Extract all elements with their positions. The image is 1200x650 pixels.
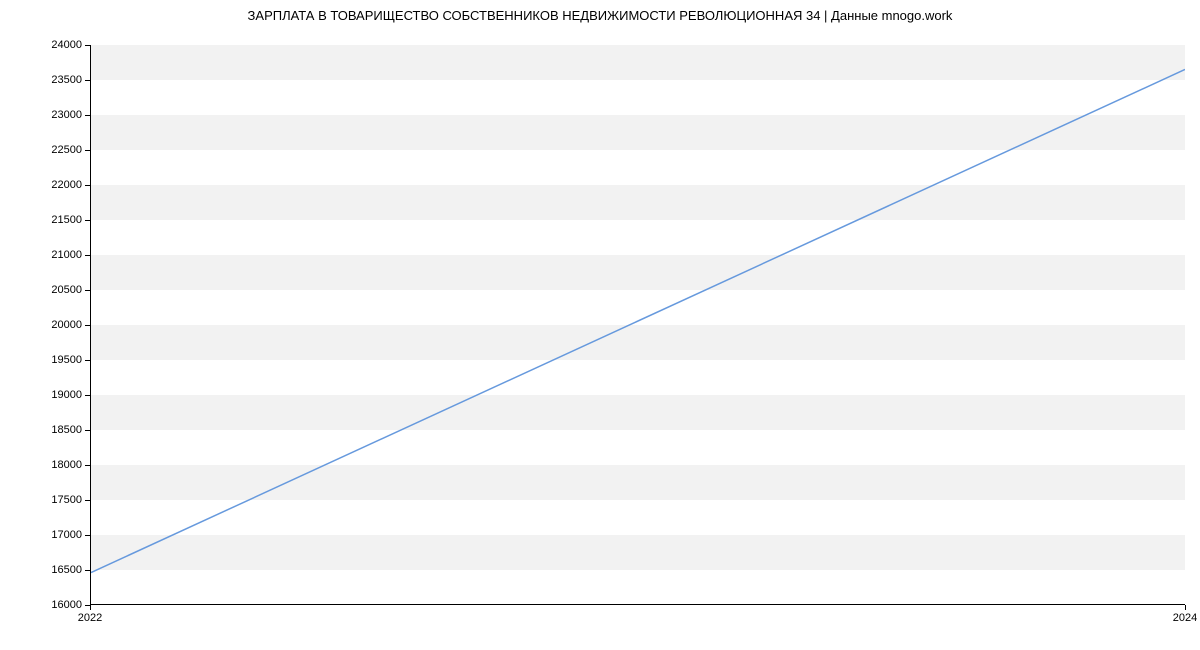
y-tick-label: 20000 xyxy=(2,319,82,331)
grid-band xyxy=(91,325,1185,360)
x-tick-mark xyxy=(1185,605,1186,610)
grid-band xyxy=(91,535,1185,570)
y-tick-mark xyxy=(85,360,90,361)
y-tick-mark xyxy=(85,185,90,186)
y-tick-label: 22000 xyxy=(2,179,82,191)
y-tick-mark xyxy=(85,500,90,501)
x-tick-mark xyxy=(90,605,91,610)
grid-band xyxy=(91,45,1185,80)
y-tick-mark xyxy=(85,115,90,116)
y-tick-label: 19000 xyxy=(2,389,82,401)
x-tick-label: 2024 xyxy=(1173,612,1197,624)
y-tick-label: 17000 xyxy=(2,529,82,541)
x-tick-label: 2022 xyxy=(78,612,102,624)
y-tick-label: 18500 xyxy=(2,424,82,436)
chart-title: ЗАРПЛАТА В ТОВАРИЩЕСТВО СОБСТВЕННИКОВ НЕ… xyxy=(0,8,1200,23)
y-tick-label: 18000 xyxy=(2,459,82,471)
y-tick-label: 19500 xyxy=(2,354,82,366)
y-tick-mark xyxy=(85,45,90,46)
chart-container: ЗАРПЛАТА В ТОВАРИЩЕСТВО СОБСТВЕННИКОВ НЕ… xyxy=(0,0,1200,650)
y-tick-mark xyxy=(85,570,90,571)
grid-band xyxy=(91,115,1185,150)
y-tick-mark xyxy=(85,395,90,396)
y-tick-label: 22500 xyxy=(2,144,82,156)
y-tick-mark xyxy=(85,220,90,221)
y-tick-label: 24000 xyxy=(2,39,82,51)
y-tick-mark xyxy=(85,80,90,81)
y-tick-label: 21500 xyxy=(2,214,82,226)
y-tick-label: 17500 xyxy=(2,494,82,506)
y-tick-mark xyxy=(85,150,90,151)
y-tick-mark xyxy=(85,465,90,466)
y-tick-label: 16000 xyxy=(2,599,82,611)
y-tick-mark xyxy=(85,255,90,256)
y-tick-label: 16500 xyxy=(2,564,82,576)
plot-area xyxy=(90,45,1185,605)
y-tick-label: 23500 xyxy=(2,74,82,86)
grid-band xyxy=(91,465,1185,500)
grid-band xyxy=(91,395,1185,430)
y-tick-mark xyxy=(85,430,90,431)
y-tick-label: 20500 xyxy=(2,284,82,296)
y-tick-mark xyxy=(85,290,90,291)
grid-band xyxy=(91,185,1185,220)
y-tick-label: 21000 xyxy=(2,249,82,261)
grid-band xyxy=(91,255,1185,290)
y-tick-mark xyxy=(85,325,90,326)
y-tick-mark xyxy=(85,535,90,536)
y-tick-label: 23000 xyxy=(2,109,82,121)
